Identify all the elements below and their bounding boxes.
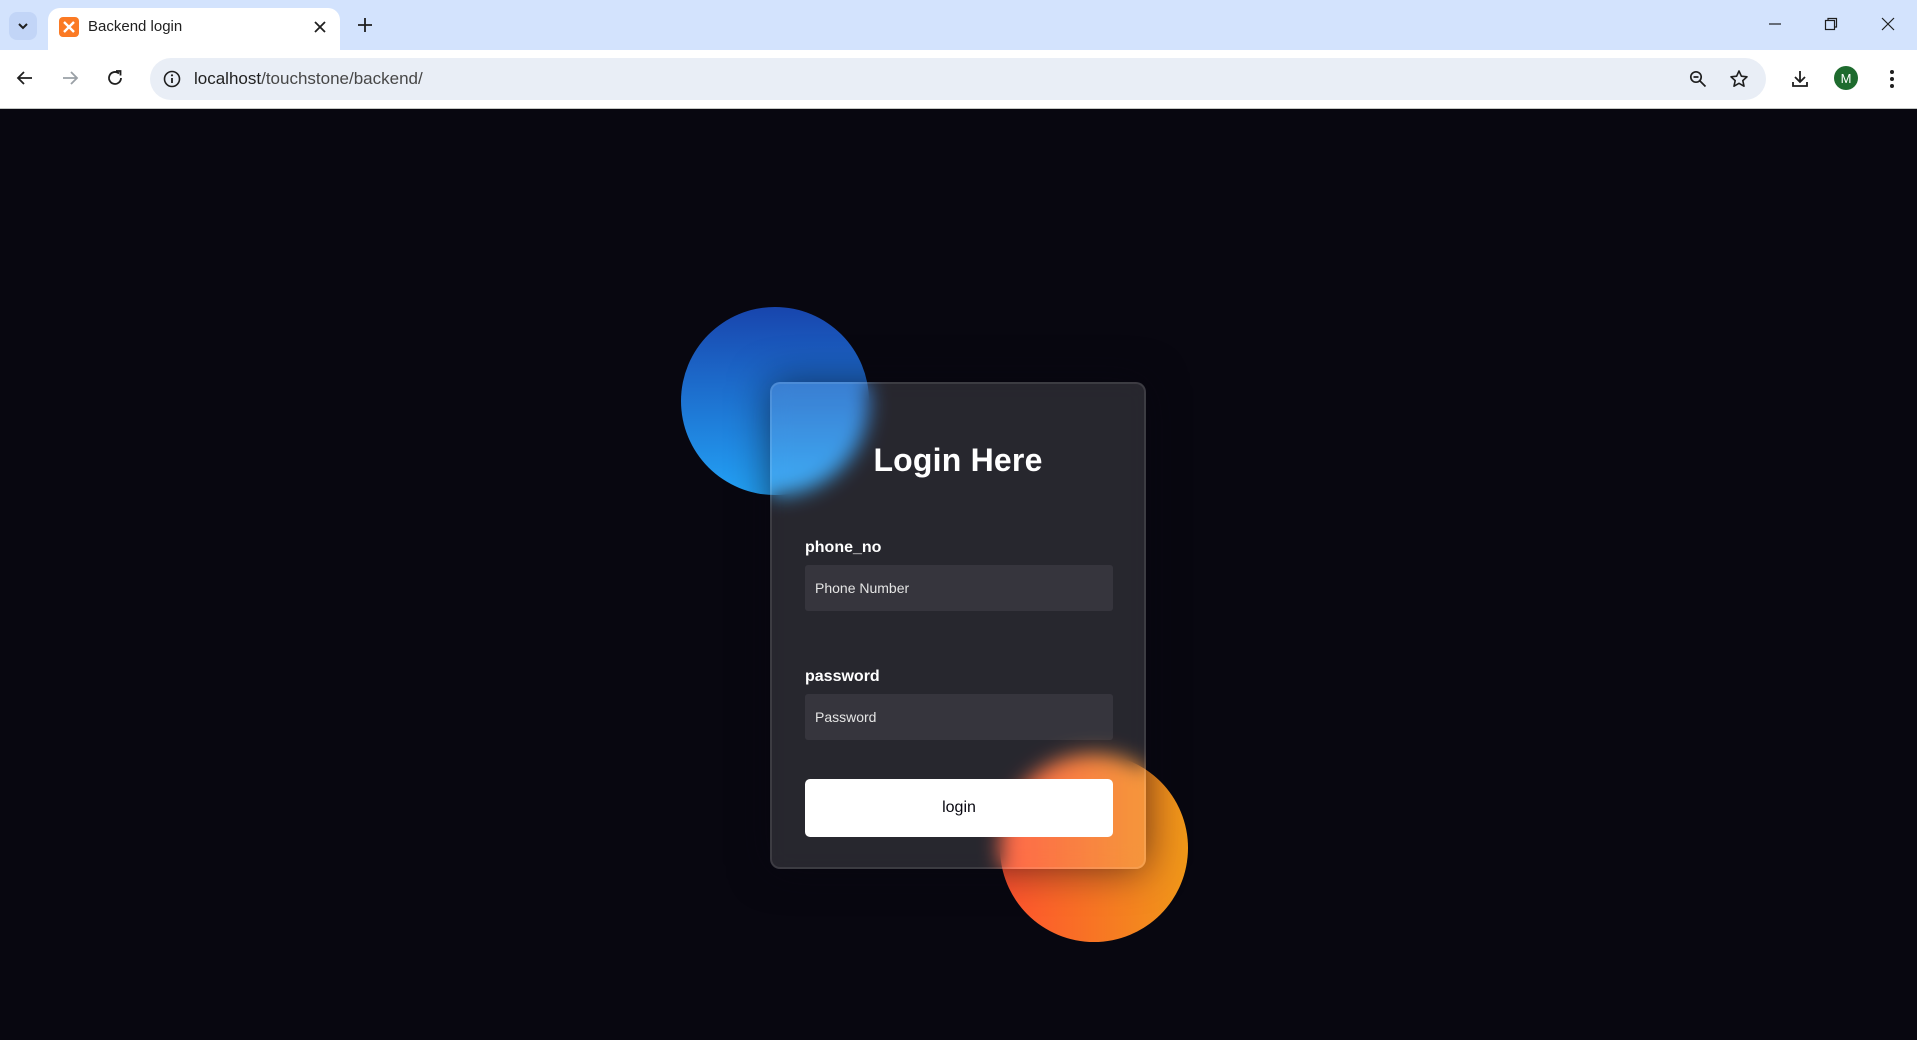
downloads-button[interactable] bbox=[1784, 63, 1816, 95]
address-bar[interactable]: localhost/touchstone/backend/ bbox=[150, 58, 1766, 100]
back-button[interactable] bbox=[9, 62, 41, 94]
forward-button[interactable] bbox=[54, 62, 86, 94]
more-vertical-icon bbox=[1890, 70, 1894, 88]
page-content: Login Here phone_no password login bbox=[0, 109, 1917, 1040]
browser-toolbar: localhost/touchstone/backend/ bbox=[0, 50, 1917, 109]
url-text: localhost/touchstone/backend/ bbox=[194, 69, 423, 89]
restore-button[interactable] bbox=[1811, 8, 1851, 40]
chevron-down-icon bbox=[18, 23, 28, 30]
minimize-icon bbox=[1769, 23, 1781, 25]
phone-number-input[interactable] bbox=[805, 565, 1113, 611]
browser-tab-active[interactable]: Backend login bbox=[48, 8, 340, 50]
reload-button[interactable] bbox=[99, 62, 131, 94]
login-form: Login Here phone_no password login bbox=[770, 382, 1146, 869]
close-icon bbox=[314, 21, 326, 33]
url-host: localhost bbox=[194, 69, 262, 88]
url-path: /touchstone/backend/ bbox=[261, 69, 423, 88]
login-button[interactable]: login bbox=[805, 779, 1113, 837]
reload-icon bbox=[108, 70, 122, 85]
bookmark-star-icon[interactable] bbox=[1727, 67, 1751, 91]
phone-label: phone_no bbox=[805, 539, 882, 556]
plus-icon bbox=[358, 18, 372, 32]
new-tab-button[interactable] bbox=[351, 11, 379, 39]
close-icon bbox=[1881, 17, 1895, 31]
tab-search-button[interactable] bbox=[9, 12, 37, 40]
download-icon bbox=[1792, 71, 1808, 87]
restore-icon bbox=[1824, 17, 1838, 31]
minimize-button[interactable] bbox=[1755, 8, 1795, 40]
tab-close-button[interactable] bbox=[310, 17, 330, 37]
tab-title: Backend login bbox=[88, 18, 183, 35]
arrow-right-icon bbox=[63, 71, 79, 85]
zoom-icon[interactable] bbox=[1686, 67, 1710, 91]
browser-tab-strip: Backend login bbox=[0, 0, 1917, 50]
browser-menu-button[interactable] bbox=[1876, 63, 1908, 95]
login-title: Login Here bbox=[873, 442, 1043, 478]
close-window-button[interactable] bbox=[1868, 8, 1908, 40]
arrow-left-icon bbox=[16, 71, 32, 85]
xampp-favicon-icon bbox=[59, 17, 79, 37]
password-input[interactable] bbox=[805, 694, 1113, 740]
profile-avatar[interactable]: M bbox=[1834, 66, 1858, 90]
password-label: password bbox=[805, 668, 880, 685]
site-info-icon[interactable] bbox=[160, 67, 184, 91]
